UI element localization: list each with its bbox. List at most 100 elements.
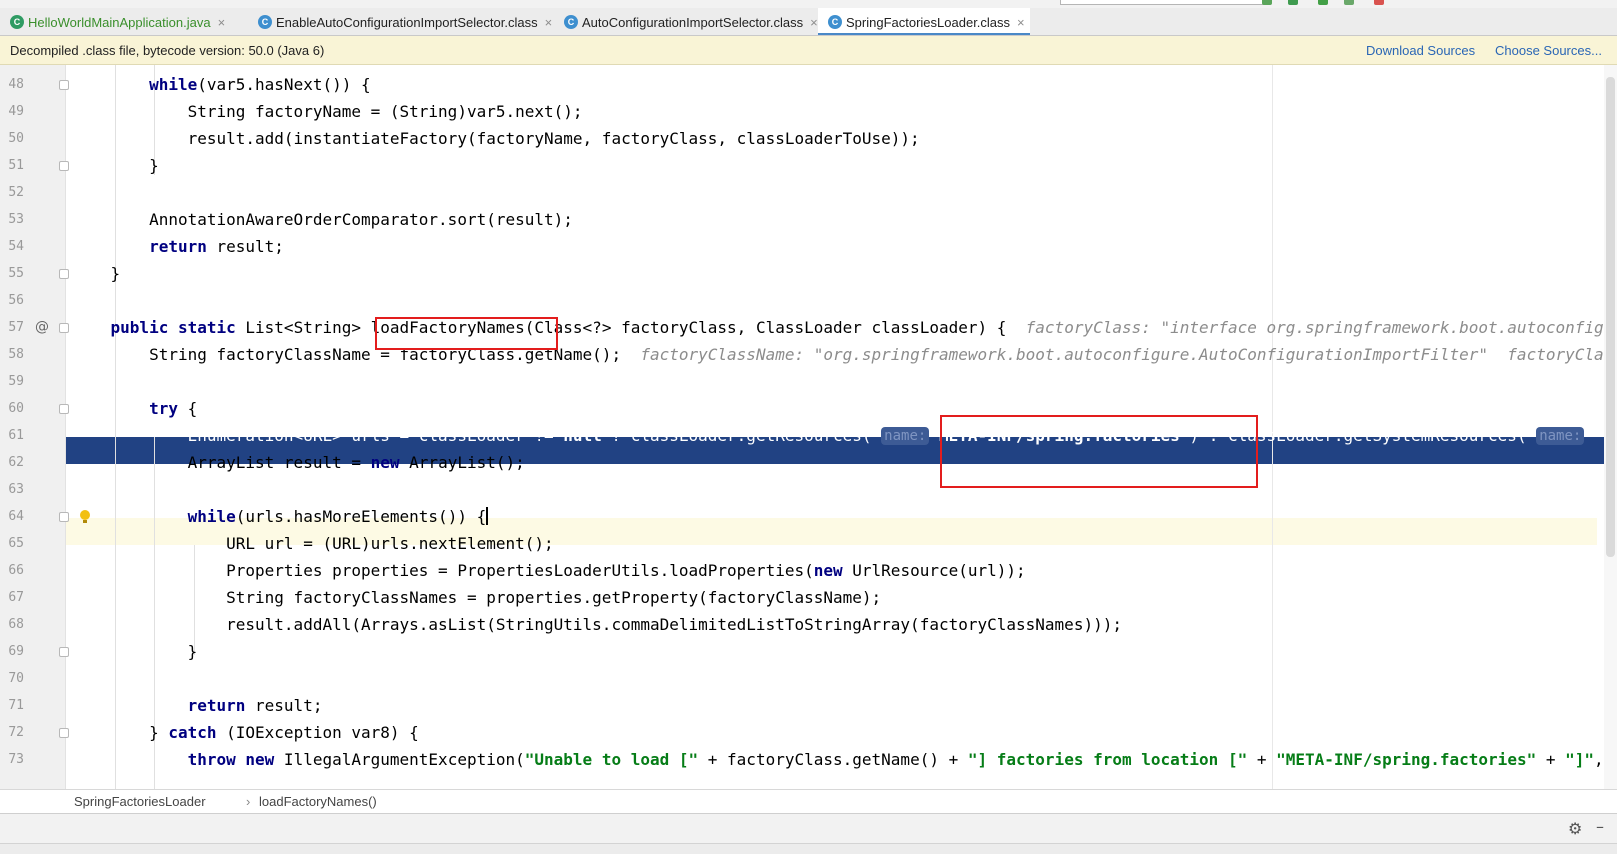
tab-auto-configuration-import-selector[interactable]: C AutoConfigurationImportSelector.class … [554, 8, 818, 35]
fold-marker-icon[interactable] [59, 323, 69, 333]
run-configuration-select[interactable] [1060, 0, 1266, 5]
code-line[interactable]: try { [72, 395, 197, 422]
line-number: 67 [8, 590, 24, 605]
code-token: } [72, 642, 198, 661]
code-line[interactable]: result.addAll(Arrays.asList(StringUtils.… [72, 611, 1122, 638]
fold-marker-icon[interactable] [59, 647, 69, 657]
code-line[interactable]: } catch (IOException var8) { [72, 719, 419, 746]
code-line[interactable]: } [72, 638, 198, 665]
class-icon: C [828, 15, 842, 29]
profile-icon[interactable] [1344, 0, 1354, 5]
code-editor[interactable]: 48 49 50 51 52 53 54 55 56 57 @58 59 60 61 62 63 64 65 66 6… [0, 65, 1617, 789]
breadcrumb-method[interactable]: loadFactoryNames() [259, 794, 377, 809]
keyword-token: return [187, 696, 246, 715]
line-number: 55 [8, 266, 24, 281]
keyword-token: try [149, 399, 178, 418]
code-token: result; [245, 696, 323, 715]
minimize-icon[interactable]: – [1596, 817, 1604, 836]
line-number: 70 [8, 671, 24, 686]
parameter-name-hint: name: [1536, 427, 1585, 445]
code-token: Properties properties = PropertiesLoader… [72, 561, 814, 580]
code-line[interactable]: throw new IllegalArgumentException("Unab… [72, 746, 1617, 773]
code-token: + [1247, 750, 1277, 769]
tab-label: SpringFactoriesLoader.class [846, 14, 1011, 30]
line-number: 73 [8, 752, 24, 767]
run-icon[interactable] [1262, 0, 1272, 5]
code-token: (IOException var8) { [216, 723, 419, 742]
code-token: + [1536, 750, 1566, 769]
stop-icon[interactable] [1374, 0, 1384, 5]
tab-label: AutoConfigurationImportSelector.class [582, 14, 804, 30]
scrollbar-thumb[interactable] [1606, 77, 1615, 557]
fold-marker-icon[interactable] [59, 80, 69, 90]
fold-marker-icon[interactable] [59, 269, 69, 279]
code-line[interactable]: ArrayList result = new ArrayList(); [72, 449, 525, 476]
breadcrumb-class[interactable]: SpringFactoriesLoader [74, 794, 206, 809]
code-line[interactable]: } [72, 152, 159, 179]
keyword-token: while [149, 75, 198, 94]
inline-debug-value: factoryClass: "interface org.springframe… [1025, 318, 1617, 337]
code-line[interactable]: String factoryName = (String)var5.next()… [72, 98, 583, 125]
tab-hello-world-main-application[interactable]: C HelloWorldMainApplication.java × [0, 8, 232, 35]
code-line[interactable]: AnnotationAwareOrderComparator.sort(resu… [72, 206, 573, 233]
code-line[interactable]: Properties properties = PropertiesLoader… [72, 557, 1026, 584]
editor-tab-bar: C HelloWorldMainApplication.java × C Ena… [0, 0, 1617, 36]
code-token: ? classLoader.getResources( [601, 426, 882, 445]
string-token: "META-INF/spring.factories" [1276, 750, 1537, 769]
fold-marker-icon[interactable] [59, 728, 69, 738]
string-token: "] factories from location [" [967, 750, 1248, 769]
tab-label: HelloWorldMainApplication.java [28, 14, 211, 30]
code-line[interactable]: return result; [72, 692, 323, 719]
code-line[interactable]: return result; [72, 233, 284, 260]
line-number: 60 [8, 401, 24, 416]
code-token: (var5.hasNext()) { [197, 75, 371, 94]
code-line[interactable]: public static List<String> loadFactoryNa… [72, 314, 1617, 341]
implements-marker-icon[interactable]: @ [35, 319, 49, 335]
code-line[interactable]: while(var5.hasNext()) { [72, 71, 371, 98]
code-line[interactable]: result.add(instantiateFactory(factoryNam… [72, 125, 920, 152]
line-number: 58 [8, 347, 24, 362]
fold-marker-icon[interactable] [59, 404, 69, 414]
code-line[interactable]: String factoryClassNames = properties.ge… [72, 584, 881, 611]
line-number: 62 [8, 455, 24, 470]
fold-marker-icon[interactable] [59, 161, 69, 171]
line-number: 65 [8, 536, 24, 551]
choose-sources-link[interactable]: Choose Sources... [1495, 43, 1602, 58]
line-number: 56 [8, 293, 24, 308]
code-line[interactable]: } [72, 260, 121, 287]
close-icon[interactable]: × [810, 15, 818, 30]
tab-enable-auto-configuration-import-selector[interactable]: C EnableAutoConfigurationImportSelector.… [248, 8, 552, 35]
breadcrumb: SpringFactoriesLoader › loadFactoryNames… [0, 789, 1617, 813]
close-icon[interactable]: × [1017, 15, 1025, 30]
fold-marker-icon[interactable] [59, 512, 69, 522]
gear-icon[interactable]: ⚙ [1568, 819, 1582, 838]
close-icon[interactable]: × [545, 15, 553, 30]
code-line[interactable]: Enumeration<URL> urls = classLoader != n… [72, 422, 1585, 449]
line-number: 52 [8, 185, 24, 200]
code-token: } [72, 723, 169, 742]
vertical-scrollbar[interactable] [1604, 65, 1617, 789]
class-icon: C [10, 15, 24, 29]
keyword-token: null [563, 426, 602, 445]
line-number: 61 [8, 428, 24, 443]
code-token: String factoryName = (String)var5.next()… [72, 102, 583, 121]
coverage-icon[interactable] [1318, 0, 1328, 5]
code-line[interactable]: URL url = (URL)urls.nextElement(); [72, 530, 554, 557]
code-line[interactable]: String factoryClassName = factoryClass.g… [72, 341, 1617, 368]
line-number: 64 [8, 509, 24, 524]
code-token: AnnotationAwareOrderComparator.sort(resu… [72, 210, 573, 229]
download-sources-link[interactable]: Download Sources [1366, 43, 1475, 58]
debug-icon[interactable] [1288, 0, 1298, 5]
keyword-token: return [149, 237, 207, 256]
close-icon[interactable]: × [218, 15, 226, 30]
string-token: "]" [1565, 750, 1595, 769]
decompiled-notice-banner: Decompiled .class file, bytecode version… [0, 36, 1617, 65]
code-token: List<String> loadFactoryNames(Class<?> f… [235, 318, 1026, 337]
tab-spring-factories-loader[interactable]: C SpringFactoriesLoader.class × [818, 8, 1030, 35]
code-line[interactable]: while(urls.hasMoreElements()) { [72, 503, 489, 530]
